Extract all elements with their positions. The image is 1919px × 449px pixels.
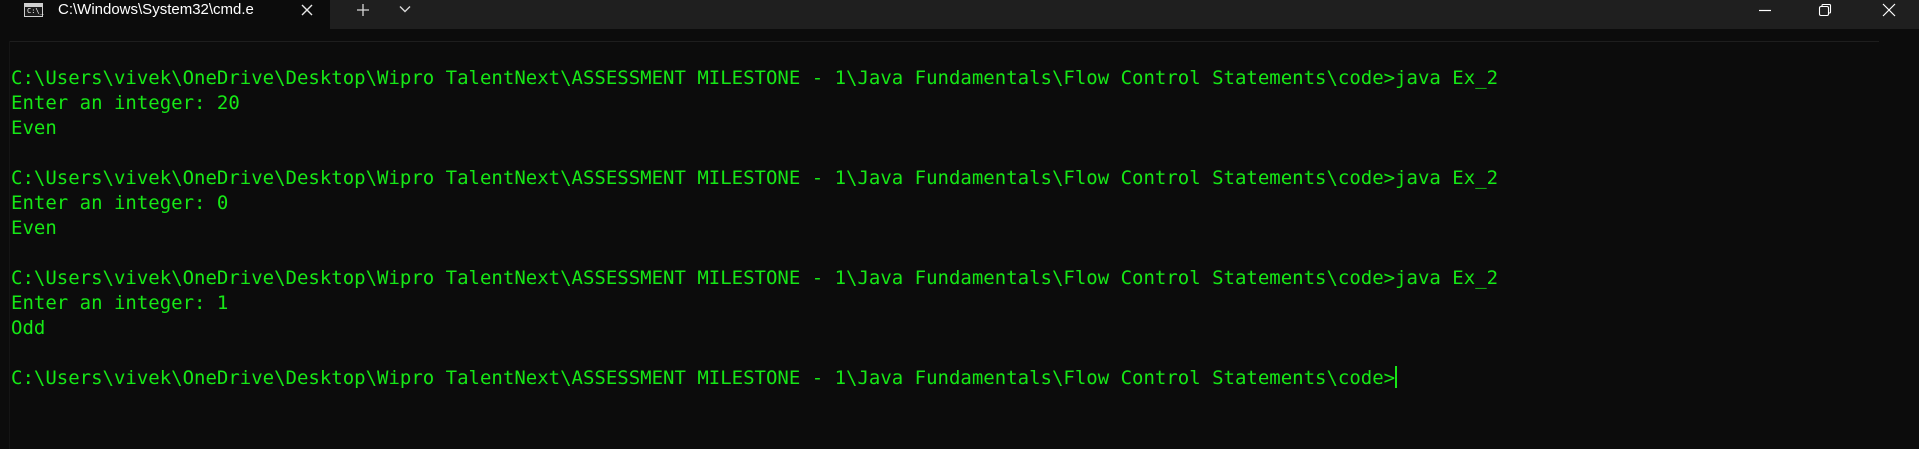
plus-icon <box>357 4 369 16</box>
text-cursor <box>1395 366 1398 388</box>
terminal-line: Enter an integer: 20 <box>11 92 240 114</box>
terminal-line: C:\Users\vivek\OneDrive\Desktop\Wipro Ta… <box>11 267 1499 289</box>
title-bar[interactable]: C:\_ C:\Windows\System32\cmd.e <box>0 0 1919 29</box>
terminal-top-divider <box>9 41 1879 42</box>
terminal-line: C:\Users\vivek\OneDrive\Desktop\Wipro Ta… <box>11 167 1499 189</box>
terminal-line: Enter an integer: 0 <box>11 192 229 214</box>
close-icon <box>1882 3 1896 17</box>
restore-icon <box>1818 3 1832 17</box>
tab-title: C:\Windows\System32\cmd.e <box>58 1 254 18</box>
terminal-line: Odd <box>11 317 46 339</box>
minimize-icon <box>1759 9 1771 12</box>
close-icon <box>301 4 313 16</box>
terminal-line: Even <box>11 117 57 139</box>
terminal-prompt: C:\Users\vivek\OneDrive\Desktop\Wipro Ta… <box>11 367 1396 389</box>
terminal-left-edge <box>9 41 10 449</box>
tab-cmd[interactable]: C:\_ C:\Windows\System32\cmd.e <box>0 0 330 29</box>
tab-dropdown-button[interactable] <box>392 0 418 20</box>
terminal-output[interactable]: C:\Users\vivek\OneDrive\Desktop\Wipro Ta… <box>11 66 1498 391</box>
cmd-icon: C:\_ <box>24 3 44 17</box>
minimize-button[interactable] <box>1742 0 1788 20</box>
terminal-window: C:\_ C:\Windows\System32\cmd.e C:\Users\… <box>0 0 1919 449</box>
terminal-line: Even <box>11 217 57 239</box>
close-tab-button[interactable] <box>295 0 319 20</box>
maximize-button[interactable] <box>1802 0 1848 20</box>
terminal-line: Enter an integer: 1 <box>11 292 229 314</box>
cmd-icon-text: C:\_ <box>27 7 44 15</box>
chevron-down-icon <box>399 6 411 13</box>
close-window-button[interactable] <box>1866 0 1912 20</box>
new-tab-button[interactable] <box>350 0 376 20</box>
terminal-line: C:\Users\vivek\OneDrive\Desktop\Wipro Ta… <box>11 67 1499 89</box>
terminal-prompt-line[interactable]: C:\Users\vivek\OneDrive\Desktop\Wipro Ta… <box>11 366 1498 391</box>
